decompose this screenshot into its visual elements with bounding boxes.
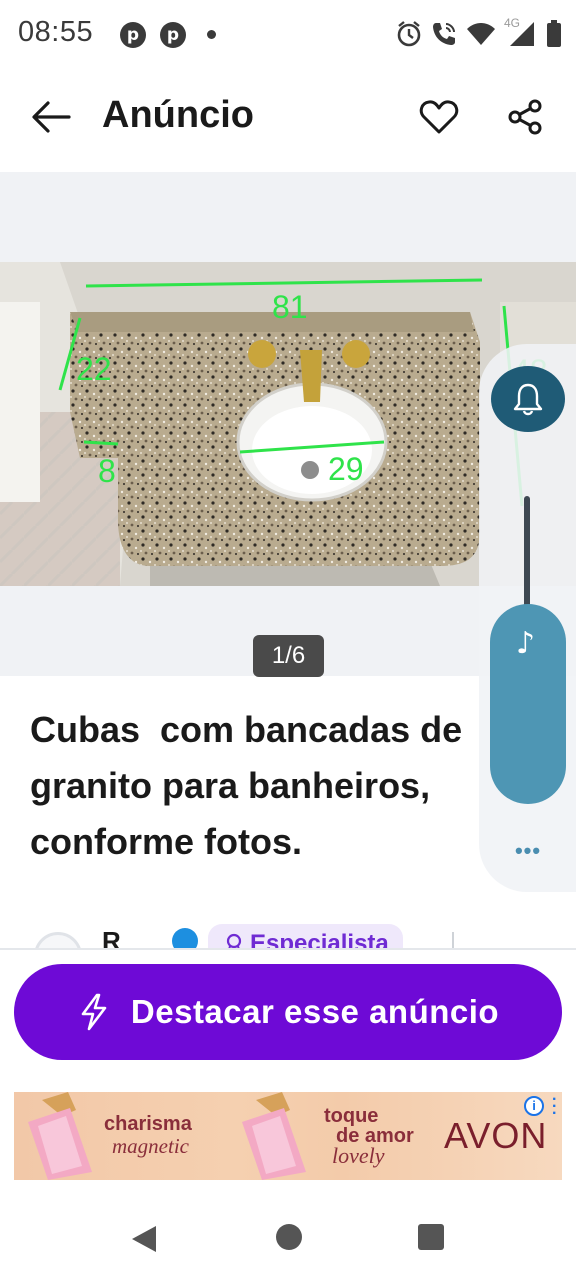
ad-text-lovely: lovely (332, 1143, 385, 1168)
nav-home-icon[interactable] (276, 1224, 302, 1250)
status-time: 08:55 (18, 16, 94, 48)
seller-row[interactable]: R Especialista (0, 918, 576, 948)
photo-label-8: 8 (98, 453, 116, 489)
perfume-bottle-image (242, 1092, 306, 1180)
status-icons: 4G (396, 16, 562, 50)
seller-name[interactable]: R (102, 926, 121, 948)
bell-button[interactable] (491, 366, 565, 432)
ad-banner[interactable]: charisma magnetic toque de amor lovely A… (14, 1092, 562, 1180)
pinterest-icon: p (160, 22, 186, 48)
volume-slider-track[interactable] (524, 496, 530, 610)
nav-back-icon[interactable] (130, 1224, 158, 1254)
nav-recents-icon[interactable] (418, 1224, 444, 1250)
more-notifications-dot (207, 30, 216, 39)
specialist-badge: Especialista (208, 924, 403, 948)
back-button[interactable] (26, 92, 76, 142)
ad-info-icon[interactable]: i (524, 1096, 544, 1116)
heart-outline-icon (419, 100, 459, 134)
pinterest-icon: p (120, 22, 146, 48)
favorite-button[interactable] (414, 92, 464, 142)
perfume-bottle-image (28, 1092, 92, 1180)
verified-icon (172, 928, 198, 948)
battery-icon (547, 20, 561, 47)
photo-label-29: 29 (328, 451, 364, 487)
divider (452, 932, 454, 948)
screen: 08:55 p p 4G Anúncio 81 22 8 29 1/6 ♪ ••… (0, 0, 576, 1280)
page-title: Anúncio (102, 94, 254, 136)
photo-label-81: 81 (272, 289, 308, 325)
listing-title: Cubas com bancadas de granito para banhe… (30, 709, 463, 862)
lightning-icon (81, 993, 107, 1031)
highlight-ad-label: Destacar esse anúncio (130, 993, 500, 1030)
ad-text-magnetic: magnetic (112, 1134, 189, 1158)
signal-icon: 4G (504, 16, 538, 48)
wifi-icon (467, 23, 495, 45)
more-options-button[interactable]: ••• (506, 838, 550, 868)
share-button[interactable] (500, 92, 550, 142)
app-bar: Anúncio (0, 68, 576, 168)
seller-avatar[interactable] (34, 932, 82, 948)
music-note-icon: ♪ (516, 626, 536, 661)
medal-icon (226, 933, 242, 948)
share-icon (508, 99, 542, 135)
system-navigation-bar (0, 1196, 576, 1280)
bell-icon (513, 383, 543, 416)
ad-more-icon[interactable]: · · · (552, 1092, 560, 1122)
ad-brand-logo: AVON (444, 1115, 548, 1156)
arrow-left-icon (32, 101, 71, 133)
highlight-ad-button[interactable]: Destacar esse anúncio (14, 964, 562, 1060)
alarm-icon (397, 21, 421, 47)
ad-text-toque: toque (324, 1105, 379, 1127)
badge-label: Especialista (250, 930, 389, 948)
wifi-call-icon (433, 23, 455, 45)
photo-counter: 1/6 (253, 635, 324, 677)
photo-label-22: 22 (76, 351, 112, 387)
status-bar: 08:55 p p 4G (0, 0, 576, 68)
bottom-cta-bar: Destacar esse anúncio (0, 948, 576, 1078)
ad-text-charisma: charisma (104, 1113, 192, 1135)
